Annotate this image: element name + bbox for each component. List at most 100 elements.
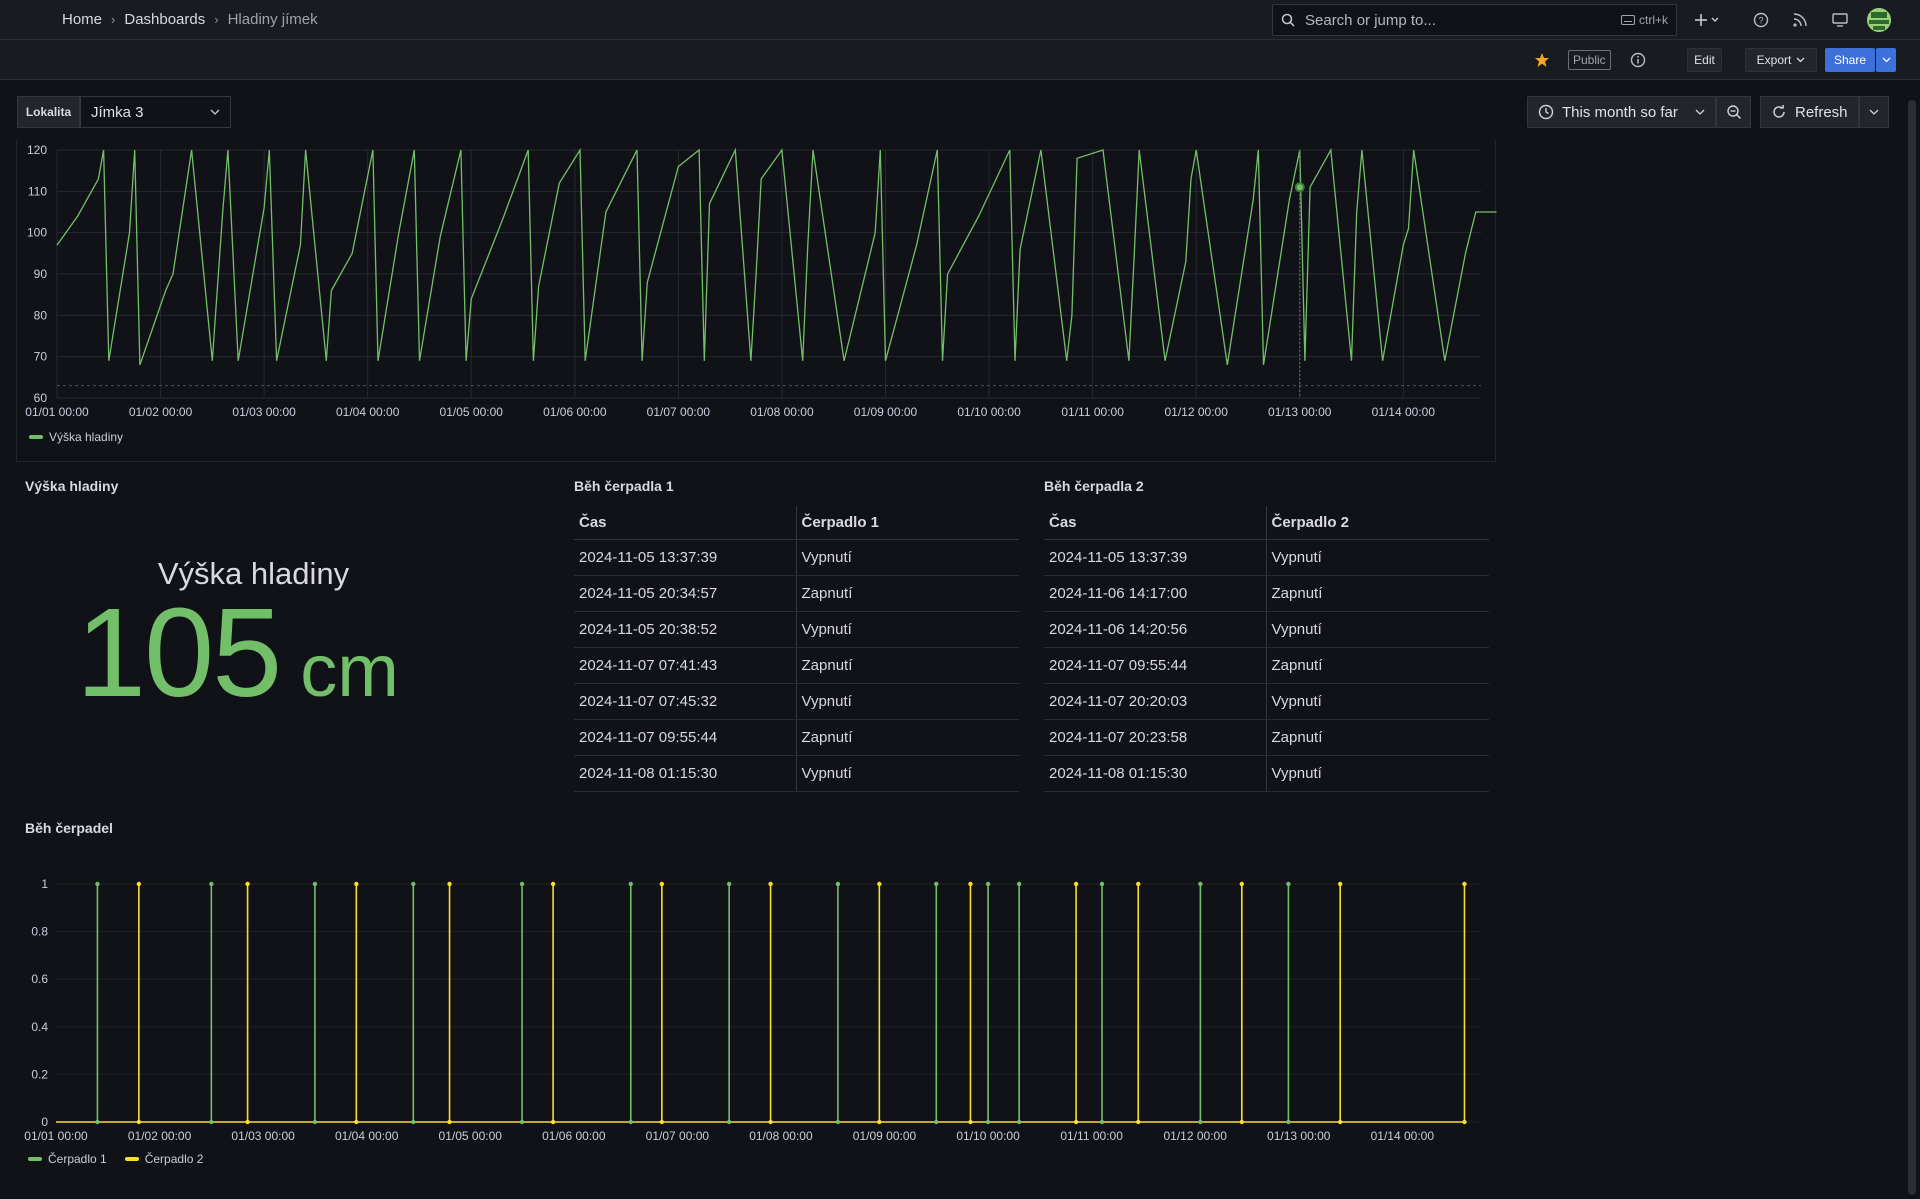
y-tick-label: 100 xyxy=(27,226,47,240)
x-tick-label: 01/07 00:00 xyxy=(646,1129,710,1143)
x-tick-label: 01/06 00:00 xyxy=(542,1129,606,1143)
page-scrollbar[interactable] xyxy=(1908,100,1916,1195)
pulse-point-1 xyxy=(95,881,100,887)
table-row: 2024-11-07 20:23:58 Zapnutí xyxy=(1044,719,1489,756)
public-badge: Public xyxy=(1568,50,1611,70)
hover-point xyxy=(1294,182,1305,193)
x-tick-label: 01/10 00:00 xyxy=(956,1129,1020,1143)
variable-select[interactable]: Jímka 3 xyxy=(80,96,231,128)
panel-title: Běh čerpadel xyxy=(25,820,113,836)
y-tick-label: 1 xyxy=(41,877,48,891)
edit-button[interactable]: Edit xyxy=(1687,48,1722,72)
share-menu-button[interactable] xyxy=(1876,48,1896,72)
level-chart[interactable]: 60 70 80 90 100 110 120 01/01 00:00 01/02 00:00 0… xyxy=(17,140,1497,462)
legend-swatch xyxy=(28,1157,42,1161)
pulse-point-1 xyxy=(1016,881,1022,887)
pulse-point-1 xyxy=(1099,881,1105,887)
legend-item-pump2[interactable]: Čerpadlo 2 xyxy=(124,1152,204,1166)
legend-item-level[interactable]: Výška hladiny xyxy=(29,430,123,444)
stat-unit: cm xyxy=(300,629,399,712)
pulse-point-1 xyxy=(934,881,939,887)
column-header-time[interactable]: Čas xyxy=(574,506,796,540)
search-icon xyxy=(1281,12,1297,28)
pump-run-panel: Běh čerpadel 0 0.2 0.4 0.6 0.8 1 01/01 00:00 01… xyxy=(16,812,1496,1182)
favorite-button[interactable] xyxy=(1532,50,1552,70)
table-row: 2024-11-08 01:15:30 Vypnutí xyxy=(574,755,1019,792)
monitor-icon xyxy=(1832,13,1848,27)
pulse-point-2 xyxy=(354,1119,359,1125)
pulse-point-1 xyxy=(1099,1119,1105,1125)
x-tick-label: 01/01 00:00 xyxy=(24,1129,88,1143)
table-row: 2024-11-05 20:34:57 Zapnutí xyxy=(574,575,1019,612)
pulse-point-2 xyxy=(659,881,665,887)
pump-run-chart[interactable]: 0 0.2 0.4 0.6 0.8 1 01/01 00:00 01/02 00:00 01/0… xyxy=(16,852,1496,1182)
pulse-point-2 xyxy=(245,881,250,887)
pulse-point-2 xyxy=(354,881,359,887)
cell-time: 2024-11-05 13:37:39 xyxy=(1044,539,1266,576)
plus-icon xyxy=(1695,14,1719,26)
refresh-interval-menu[interactable] xyxy=(1859,96,1889,128)
level-timeseries-panel: 60 70 80 90 100 110 120 01/01 00:00 01/02 00:00 0… xyxy=(16,140,1497,462)
pulse-point-2 xyxy=(550,1119,556,1125)
table-row: 2024-11-05 20:38:52 Vypnutí xyxy=(574,611,1019,648)
x-tick-label: 01/09 00:00 xyxy=(854,405,918,419)
y-tick-label: 60 xyxy=(34,391,48,405)
legend-label: Čerpadlo 2 xyxy=(144,1152,204,1166)
panel-title: Běh čerpadla 2 xyxy=(1044,478,1144,494)
pulse-point-1 xyxy=(628,881,633,887)
pulse-point-1 xyxy=(835,1119,841,1125)
cell-state: Zapnutí xyxy=(1265,575,1489,612)
column-header-time[interactable]: Čas xyxy=(1044,506,1266,540)
breadcrumb-home[interactable]: Home xyxy=(62,11,102,28)
star-icon xyxy=(1535,53,1549,67)
pulse-point-2 xyxy=(877,1119,882,1125)
pulse-point-1 xyxy=(934,1119,939,1125)
cell-time: 2024-11-07 07:41:43 xyxy=(574,647,796,684)
search-input[interactable] xyxy=(1305,11,1621,29)
refresh-button[interactable]: Refresh xyxy=(1760,96,1859,128)
column-header-pump2[interactable]: Čerpadlo 2 xyxy=(1265,506,1489,540)
legend-item-pump1[interactable]: Čerpadlo 1 xyxy=(28,1152,107,1166)
breadcrumb-dashboards[interactable]: Dashboards xyxy=(124,11,205,28)
pump2-table-panel: Běh čerpadla 2 Čas Čerpadlo 2 2024-11-05… xyxy=(1044,470,1489,792)
panel-title: Běh čerpadla 1 xyxy=(574,478,674,494)
help-icon: ? xyxy=(1753,12,1769,28)
cell-state: Vypnutí xyxy=(1265,611,1489,648)
new-menu-button[interactable] xyxy=(1690,10,1726,30)
x-tick-label: 01/12 00:00 xyxy=(1164,405,1228,419)
cell-time: 2024-11-05 20:34:57 xyxy=(574,575,796,612)
pulse-point-2 xyxy=(1462,1119,1467,1125)
zoom-out-icon xyxy=(1726,105,1741,120)
search-box[interactable]: ctrl+k xyxy=(1272,4,1677,36)
table-row: 2024-11-07 20:20:03 Vypnutí xyxy=(1044,683,1489,720)
stat-value: 105 cm xyxy=(76,580,399,725)
kiosk-button[interactable] xyxy=(1830,10,1850,30)
x-tick-label: 01/03 00:00 xyxy=(232,405,296,419)
user-avatar[interactable] xyxy=(1867,8,1891,32)
search-shortcut: ctrl+k xyxy=(1620,13,1668,27)
level-legend: Výška hladiny xyxy=(29,430,123,444)
cell-state: Zapnutí xyxy=(795,719,1019,756)
stat-panel: Výška hladiny Výška hladiny 105 cm xyxy=(16,470,491,790)
time-range-picker[interactable]: This month so far xyxy=(1527,96,1716,128)
cell-time: 2024-11-07 09:55:44 xyxy=(574,719,796,756)
x-tick-label: 01/05 00:00 xyxy=(440,405,504,419)
dashboard-info-button[interactable] xyxy=(1628,50,1648,70)
table-row: 2024-11-07 07:45:32 Vypnutí xyxy=(574,683,1019,720)
pulse-point-1 xyxy=(209,881,214,887)
help-button[interactable]: ? xyxy=(1751,10,1771,30)
table-row: 2024-11-08 01:15:30 Vypnutí xyxy=(1044,755,1489,792)
export-button-label: Export xyxy=(1756,53,1792,67)
cell-time: 2024-11-08 01:15:30 xyxy=(574,755,796,792)
share-button[interactable]: Share xyxy=(1825,48,1875,72)
legend-swatch xyxy=(124,1157,139,1161)
search-shortcut-label: ctrl+k xyxy=(1638,13,1668,27)
news-button[interactable] xyxy=(1790,10,1810,30)
table-row: 2024-11-07 09:55:44 Zapnutí xyxy=(574,719,1019,756)
column-header-pump1[interactable]: Čerpadlo 1 xyxy=(795,506,1019,540)
table-row: 2024-11-05 13:37:39 Vypnutí xyxy=(1044,539,1489,576)
zoom-out-button[interactable] xyxy=(1716,96,1751,128)
pulse-point-1 xyxy=(312,1119,318,1125)
export-button[interactable]: Export xyxy=(1745,48,1817,72)
time-range-label: This month so far xyxy=(1562,103,1678,121)
